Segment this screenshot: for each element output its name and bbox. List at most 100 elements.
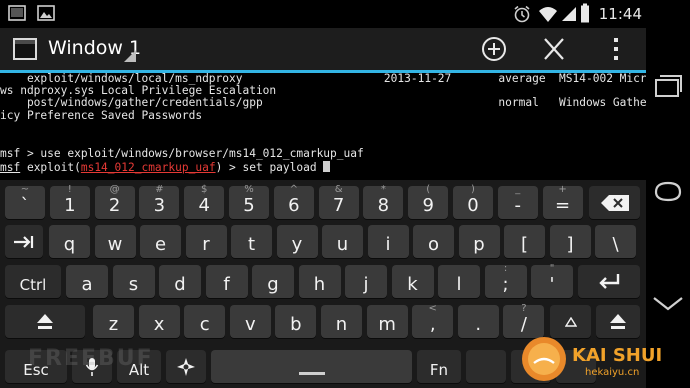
key-label: ' bbox=[549, 274, 555, 295]
add-icon[interactable] bbox=[478, 34, 510, 64]
recent-apps-icon[interactable] bbox=[654, 72, 682, 98]
close-icon[interactable] bbox=[538, 34, 570, 64]
key-\[interactable]: \ bbox=[595, 225, 636, 258]
key-0[interactable]: ) 0 bbox=[453, 184, 493, 219]
key-4[interactable]: $4 bbox=[184, 184, 225, 219]
key-c[interactable]: c bbox=[184, 305, 226, 338]
key-s[interactable]: s bbox=[112, 265, 155, 298]
backspace-key[interactable] bbox=[589, 186, 640, 219]
arrow-up-icon bbox=[565, 317, 577, 327]
key-w[interactable]: w bbox=[94, 225, 136, 258]
key-label: 8 bbox=[377, 195, 390, 216]
key-label: 2 bbox=[108, 195, 121, 216]
key-label: h bbox=[313, 274, 326, 295]
key-l[interactable]: l bbox=[438, 265, 480, 298]
key-v[interactable]: v bbox=[229, 305, 271, 338]
key-,[interactable]: <, bbox=[412, 303, 454, 338]
up-arrow-key[interactable] bbox=[550, 305, 591, 338]
key-9[interactable]: (9 bbox=[408, 184, 449, 219]
key-7[interactable]: & 7 bbox=[318, 184, 359, 219]
key-label: [ bbox=[520, 234, 529, 255]
key-x[interactable]: x bbox=[138, 305, 180, 338]
key-r[interactable]: r bbox=[185, 225, 227, 258]
key-6[interactable]: ^ 6 bbox=[273, 184, 314, 219]
key-`[interactable]: ~ ` bbox=[5, 184, 45, 219]
key-label: p bbox=[473, 234, 485, 255]
key-label: d bbox=[174, 274, 186, 295]
shift-icon bbox=[610, 314, 626, 329]
key-.[interactable]: . bbox=[457, 305, 499, 338]
key-3[interactable]: #3 bbox=[139, 184, 180, 219]
key-label: t bbox=[247, 234, 256, 255]
key-label: , bbox=[429, 314, 436, 335]
shift-key-left[interactable] bbox=[5, 305, 85, 338]
tab-key[interactable] bbox=[5, 225, 43, 258]
key-g[interactable]: g bbox=[252, 265, 294, 298]
key-j[interactable]: j bbox=[345, 265, 387, 298]
key-a[interactable]: a bbox=[66, 265, 108, 298]
brand-logo bbox=[522, 337, 566, 381]
key-=[interactable]: + = bbox=[542, 184, 583, 219]
chevron-down-icon[interactable] bbox=[124, 50, 136, 62]
key-label: b bbox=[290, 314, 302, 335]
key-k[interactable]: k bbox=[391, 265, 434, 298]
key-o[interactable]: o bbox=[413, 225, 454, 258]
key-label: x bbox=[153, 314, 165, 335]
action-bar: Window 1 bbox=[0, 28, 646, 70]
key-e[interactable]: e bbox=[140, 225, 181, 258]
shift-key-right[interactable] bbox=[596, 305, 640, 338]
key-][interactable]: ] bbox=[549, 225, 591, 258]
key-y[interactable]: y bbox=[276, 225, 318, 258]
home-icon[interactable] bbox=[652, 180, 684, 202]
ctrl-key[interactable]: Ctrl bbox=[5, 265, 61, 298]
key-label: 7 bbox=[332, 195, 345, 216]
fn-key[interactable]: Fn bbox=[417, 350, 461, 383]
key-label: r bbox=[202, 234, 210, 255]
key-d[interactable]: d bbox=[159, 265, 201, 298]
key-1[interactable]: ! 1 bbox=[49, 184, 90, 219]
key-label: \ bbox=[612, 234, 619, 255]
key-2[interactable]: @2 bbox=[94, 184, 135, 219]
key-f[interactable]: f bbox=[205, 265, 248, 298]
key-label: m bbox=[378, 314, 396, 335]
terminal-icon bbox=[8, 5, 26, 21]
key-label: g bbox=[267, 274, 279, 295]
settings-key[interactable] bbox=[166, 350, 206, 383]
key-;[interactable]: :; bbox=[484, 263, 527, 298]
key-m[interactable]: m bbox=[366, 305, 408, 338]
key-h[interactable]: h bbox=[298, 265, 341, 298]
alarm-icon bbox=[514, 5, 530, 23]
key-8[interactable]: * 8 bbox=[363, 184, 404, 219]
key-label: k bbox=[407, 274, 418, 295]
terminal-output[interactable]: exploit/windows/local/ms_ndproxy 2013-11… bbox=[0, 73, 646, 185]
key-label: f bbox=[223, 274, 230, 295]
key--[interactable]: _ - bbox=[497, 184, 538, 219]
back-icon[interactable] bbox=[652, 295, 684, 313]
left-arrow-key[interactable] bbox=[466, 350, 506, 383]
watermark-brand: KAI SHUI bbox=[572, 345, 663, 366]
key-b[interactable]: b bbox=[275, 305, 317, 338]
tab-icon bbox=[14, 236, 34, 248]
key-label: 3 bbox=[153, 195, 166, 216]
key-label: 5 bbox=[243, 195, 255, 216]
key-u[interactable]: u bbox=[322, 225, 363, 258]
key-'[interactable]: " ' bbox=[531, 263, 573, 298]
key-p[interactable]: p bbox=[458, 225, 500, 258]
overflow-menu-icon[interactable] bbox=[600, 34, 632, 64]
key-5[interactable]: % 5 bbox=[229, 184, 269, 219]
key-i[interactable]: i bbox=[367, 225, 409, 258]
key-label: z bbox=[108, 314, 119, 335]
key-label: c bbox=[199, 314, 210, 335]
key-/[interactable]: ? / bbox=[503, 303, 545, 338]
settings-icon bbox=[177, 358, 195, 376]
key-z[interactable]: z bbox=[93, 305, 134, 338]
key-q[interactable]: q bbox=[49, 225, 90, 258]
watermark-text: FREEBUF bbox=[28, 346, 154, 371]
space-key[interactable] bbox=[211, 350, 412, 383]
space-bar-mark bbox=[299, 372, 325, 375]
key-label: 0 bbox=[467, 195, 479, 216]
key-[[interactable]: [ bbox=[504, 225, 545, 258]
enter-key[interactable] bbox=[578, 265, 640, 298]
key-t[interactable]: t bbox=[231, 225, 272, 258]
key-n[interactable]: n bbox=[321, 305, 362, 338]
